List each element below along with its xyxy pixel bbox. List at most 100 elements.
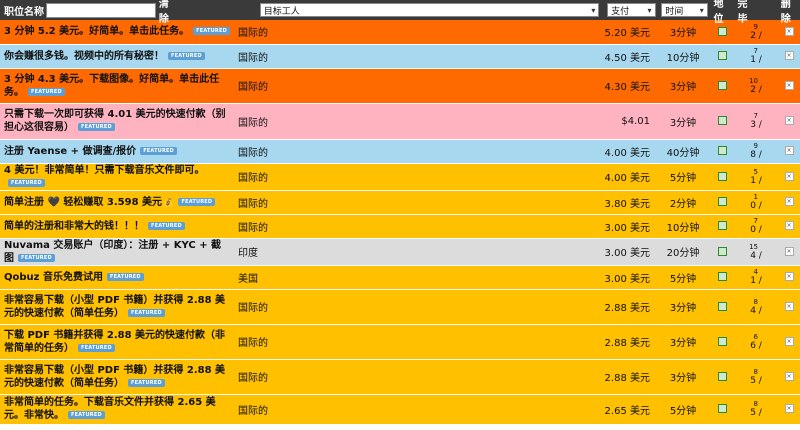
time-cell: 10分钟 [656, 44, 710, 69]
complete-cell: 85 / [734, 394, 778, 425]
job-title[interactable]: 3 分钟 4.3 美元。下载图像。好简单。单击此任务。 FEATURED [0, 68, 234, 104]
time-select-value: 时间 [665, 6, 684, 17]
pay-select-value: 支付 [611, 6, 630, 17]
delete-icon[interactable]: × [784, 246, 794, 256]
job-title-filter-input[interactable] [46, 2, 156, 18]
delete-icon[interactable]: × [784, 301, 794, 311]
featured-badge: FEATURED [168, 51, 205, 60]
time-cell: 3分钟 [656, 289, 710, 325]
delete-icon[interactable]: × [784, 197, 794, 206]
featured-badge: FEATURED [8, 178, 45, 187]
table-row[interactable]: 非常简单的任务。下载音乐文件并获得 2.65 美元。非常快。 FEATURED 国际… [0, 394, 800, 425]
delete-icon[interactable]: × [784, 80, 794, 90]
status-checkbox[interactable] [717, 51, 727, 60]
table-row[interactable]: 非常容易下载（小型 PDF 书籍）并获得 2.88 美元的快速付款（简单任务） F… [0, 359, 800, 395]
chevron-down-icon: ▾ [647, 5, 652, 15]
status-cell [710, 139, 734, 164]
total-count: 7 [753, 47, 758, 55]
job-title[interactable]: 简单注册 🖤 轻松赚取 3.598 美元💰 FEATURED [0, 190, 234, 215]
target-worker-select[interactable]: 目标工人 ▾ [259, 3, 600, 17]
status-checkbox[interactable] [717, 246, 727, 256]
table-row[interactable]: 你会赚很多钱。视频中的所有秘密！ FEATURED 国际的 4.50 美元 10分钟 7 1… [0, 44, 800, 69]
status-column-header: 地位 [713, 0, 724, 25]
time-cell: 5分钟 [656, 265, 710, 290]
status-checkbox[interactable] [717, 26, 727, 36]
pay-cell: 3.00 美元 [587, 214, 656, 239]
status-checkbox[interactable] [717, 146, 727, 155]
pay-cell: 3.80 美元 [587, 190, 656, 215]
status-checkbox[interactable] [717, 116, 727, 125]
time-cell: 3分钟 [656, 103, 710, 140]
delete-icon[interactable]: × [784, 51, 794, 60]
done-count: 5 / [750, 408, 762, 418]
delete-icon[interactable]: × [784, 371, 794, 381]
table-row[interactable]: 注册 Yaense + 做调查/报价 FEATURED 国际的 4.00 美元 40分钟… [0, 139, 800, 164]
job-title-text: 非常容易下载（小型 PDF 书籍）并获得 2.88 美元的快速付款（简单任务） [4, 294, 226, 319]
time-select[interactable]: 时间 ▾ [661, 3, 708, 17]
delete-icon[interactable]: × [784, 272, 794, 281]
delete-icon[interactable]: × [784, 116, 794, 125]
job-title[interactable]: 非常容易下载（小型 PDF 书籍）并获得 2.88 美元的快速付款（简单任务） F… [0, 359, 234, 395]
target-worker-cell: 国际的 [234, 68, 587, 104]
status-checkbox[interactable] [717, 404, 727, 413]
delete-cell: × [778, 238, 800, 266]
status-checkbox[interactable] [717, 221, 727, 230]
table-row[interactable]: 4 美元！非常简单！只需下载音乐文件即可。FEATURED 国际的 4.00 美元 5… [0, 163, 800, 191]
status-checkbox[interactable] [717, 371, 727, 381]
table-row[interactable]: 3 分钟 4.3 美元。下载图像。好简单。单击此任务。 FEATURED 国际的 4.… [0, 68, 800, 104]
table-row[interactable]: 非常容易下载（小型 PDF 书籍）并获得 2.88 美元的快速付款（简单任务） F… [0, 289, 800, 325]
table-row[interactable]: 简单的注册和非常大的钱！！！ FEATURED 国际的 3.00 美元 10分钟 7 0 /… [0, 214, 800, 239]
status-checkbox[interactable] [717, 336, 727, 346]
time-cell: 3分钟 [656, 68, 710, 104]
delete-icon[interactable]: × [784, 336, 794, 346]
clear-filter-button[interactable]: 清除 [159, 0, 178, 25]
done-count: 6 / [750, 340, 762, 351]
delete-icon[interactable]: × [784, 26, 794, 36]
delete-icon[interactable]: × [784, 146, 794, 155]
pay-select[interactable]: 支付 ▾ [607, 3, 656, 17]
job-title[interactable]: 下载 PDF 书籍并获得 2.88 美元的快速付款（非常简单的任务） FEATUR… [0, 324, 234, 360]
delete-icon[interactable]: × [784, 171, 794, 181]
done-count: 0 / [750, 201, 762, 211]
delete-icon[interactable]: × [784, 221, 794, 230]
complete-cell: 51 / [734, 163, 778, 191]
total-count: 9 [753, 142, 758, 150]
complete-cell: 98 / [734, 139, 778, 164]
status-checkbox[interactable] [717, 272, 727, 281]
total-count: 1 [753, 193, 758, 201]
job-title[interactable]: Nuvama 交易账户（印度）：注册 + KYC + 截图 FEATURED [0, 238, 234, 266]
job-title-text: 3 分钟 5.2 美元。好简单。单击此任务。 [4, 26, 190, 38]
status-cell [710, 359, 734, 395]
job-title[interactable]: 简单的注册和非常大的钱！！！ FEATURED [0, 214, 234, 239]
job-title[interactable]: 注册 Yaense + 做调查/报价 FEATURED [0, 139, 234, 164]
status-checkbox[interactable] [717, 301, 727, 311]
table-row[interactable]: 简单注册 🖤 轻松赚取 3.598 美元💰 FEATURED 国际的 3.80 美元 2… [0, 190, 800, 215]
job-title[interactable]: Qobuz 音乐免费试用 FEATURED [0, 265, 234, 290]
job-title[interactable]: 只需下载一次即可获得 4.01 美元的快速付款（别担心这很容易） FEATURED [0, 103, 234, 140]
table-row[interactable]: Qobuz 音乐免费试用 FEATURED 美国 3.00 美元 5分钟 4 1 /× [0, 265, 800, 290]
delete-cell: × [778, 214, 800, 239]
job-title[interactable]: 4 美元！非常简单！只需下载音乐文件即可。 FEATURED [0, 163, 234, 191]
done-count: 3 / [750, 120, 762, 130]
featured-badge: FEATURED [128, 308, 165, 317]
done-count: 8 / [750, 150, 762, 160]
table-row[interactable]: 只需下载一次即可获得 4.01 美元的快速付款（别担心这很容易） FEATURED… [0, 103, 800, 140]
job-title[interactable]: 非常容易下载（小型 PDF 书籍）并获得 2.88 美元的快速付款（简单任务） F… [0, 289, 234, 325]
job-title[interactable]: 3 分钟 5.2 美元。好简单。单击此任务。 FEATURED [0, 20, 234, 45]
status-cell [710, 324, 734, 360]
target-worker-cell: 印度 [234, 238, 587, 266]
delete-icon[interactable]: × [784, 404, 794, 413]
job-title-text: 简单的注册和非常大的钱！！！ [4, 220, 144, 232]
complete-column-header: 完毕 [737, 0, 748, 25]
table-row[interactable]: 下载 PDF 书籍并获得 2.88 美元的快速付款（非常简单的任务） FEATUR… [0, 324, 800, 360]
job-title[interactable]: 非常简单的任务。下载音乐文件并获得 2.65 美元。非常快。 FEATURED [0, 394, 234, 425]
table-row[interactable]: Nuvama 交易账户（印度）：注册 + KYC + 截图 FEATURED 印度 3… [0, 238, 800, 266]
status-checkbox[interactable] [717, 80, 727, 90]
status-cell [710, 190, 734, 215]
status-checkbox[interactable] [717, 197, 727, 206]
total-count: 8 [753, 400, 758, 408]
status-checkbox[interactable] [717, 171, 727, 181]
total-count: 8 [753, 297, 758, 306]
table-row[interactable]: 3 分钟 5.2 美元。好简单。单击此任务。 FEATURED 国际的 5.20 美元… [0, 20, 800, 45]
job-title[interactable]: 你会赚很多钱。视频中的所有秘密！ FEATURED [0, 44, 234, 69]
